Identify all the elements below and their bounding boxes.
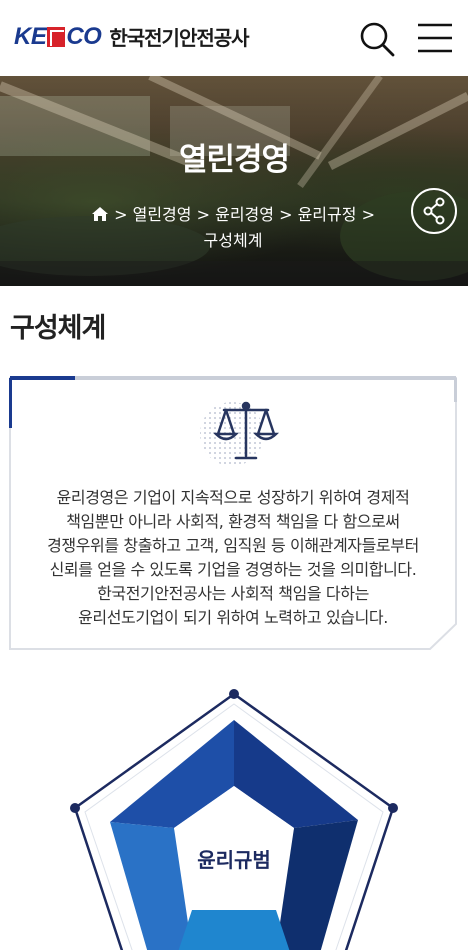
- intro-line: 책임뿐만 아니라 사회적, 환경적 책임을 다 함으로써: [66, 512, 400, 531]
- search-button[interactable]: [358, 20, 396, 58]
- hero-background-image: [0, 76, 468, 286]
- ethics-intro-box: 윤리경영은 기업이 지속적으로 성장하기 위하여 경제적 책임뿐만 아니라 사회…: [9, 376, 457, 650]
- breadcrumb-item-ethics-regulation[interactable]: 윤리규정: [298, 205, 357, 224]
- kesco-logo[interactable]: KE CO 한국전기안전공사: [14, 22, 250, 51]
- share-button[interactable]: [411, 188, 457, 234]
- page-title: 구성체계: [10, 313, 106, 344]
- hamburger-menu-icon: [418, 23, 452, 53]
- hero-title: 열린경영: [178, 142, 290, 178]
- intro-line: 한국전기안전공사는 사회적 책임을 다하는: [97, 584, 369, 603]
- breadcrumb: > 열린경영 > 윤리경영 > 윤리규정 > 구성체계: [78, 202, 388, 254]
- intro-paragraph: 윤리경영은 기업이 지속적으로 성장하기 위하여 경제적 책임뿐만 아니라 사회…: [19, 486, 447, 630]
- segment-bottom: [178, 910, 290, 950]
- menu-button[interactable]: [416, 22, 454, 54]
- intro-line: 윤리선도기업이 되기 위하여 노력하고 있습니다.: [78, 608, 388, 627]
- intro-line: 윤리경영은 기업이 지속적으로 성장하기 위하여 경제적: [56, 488, 410, 507]
- breadcrumb-item-ethics-management[interactable]: 윤리경영: [215, 205, 274, 224]
- intro-line: 신뢰를 얻을 수 있도록 기업을 경영하는 것을 의미합니다.: [49, 560, 417, 579]
- logo-mark-icon: [47, 26, 66, 47]
- intro-line: 경쟁우위를 창출하고 고객, 임직원 등 이해관계자들로부터: [47, 536, 419, 555]
- logo-korean-name: 한국전기안전공사: [109, 26, 249, 50]
- ethics-structure-diagram: 윤리규범: [0, 660, 468, 950]
- search-icon: [360, 22, 395, 57]
- breadcrumb-item-current: 구성체계: [203, 231, 263, 250]
- pentagon-diagram: [70, 689, 398, 950]
- logo-wordmark: KE CO: [14, 22, 102, 50]
- home-icon[interactable]: [91, 206, 109, 222]
- share-icon: [423, 197, 445, 225]
- header: KE CO 한국전기안전공사: [0, 0, 468, 76]
- hero-banner: 열린경영 > 열린경영 > 윤리경영 > 윤리규정 > 구성체계: [0, 76, 468, 286]
- breadcrumb-item-open-management[interactable]: 열린경영: [133, 205, 192, 224]
- scale-icon: [198, 396, 288, 470]
- center-label-ethics-norms: 윤리규범: [197, 848, 271, 872]
